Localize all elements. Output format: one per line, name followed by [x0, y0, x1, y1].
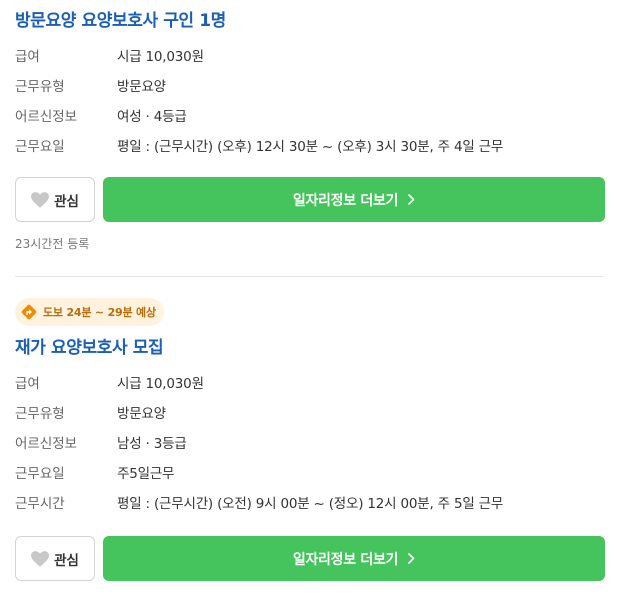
job-card: 방문요양 요양보호사 구인 1명 급여 시급 10,030원 근무유형 방문요양… — [15, 0, 605, 253]
like-label: 관심 — [54, 552, 79, 569]
heart-icon — [31, 550, 50, 567]
job-title[interactable]: 방문요양 요양보호사 구인 1명 — [15, 9, 605, 33]
job-detail-label: 일자리정보 더보기 — [292, 551, 399, 568]
info-value: 남성 · 3등급 — [117, 436, 187, 452]
info-label: 근무유형 — [15, 406, 65, 422]
chevron-right-icon — [408, 194, 415, 205]
info-row-work-hours: 근무시간 평일 : (근무시간) (오전) 9시 00분 ~ (정오) 12시 … — [15, 489, 605, 519]
info-row-wage: 급여 시급 10,030원 — [15, 369, 605, 399]
info-row-work-days: 근무요일 주5일근무 — [15, 459, 605, 489]
info-value: 방문요양 — [117, 79, 166, 95]
job-detail-button[interactable]: 일자리정보 더보기 — [103, 177, 605, 222]
info-label: 근무시간 — [15, 496, 65, 512]
info-label: 근무유형 — [15, 79, 65, 95]
action-row: 관심 일자리정보 더보기 — [15, 177, 605, 222]
info-label: 어르신정보 — [15, 436, 78, 452]
job-detail-button[interactable]: 일자리정보 더보기 — [103, 536, 605, 581]
info-row-senior-info: 어르신정보 여성 · 4등급 — [15, 102, 605, 132]
info-label: 근무요일 — [15, 139, 65, 155]
info-row-work-type: 근무유형 방문요양 — [15, 399, 605, 429]
info-value: 평일 : (근무시간) (오전) 9시 00분 ~ (정오) 12시 00분, … — [117, 496, 504, 512]
info-label: 급여 — [15, 49, 40, 65]
info-row-work-days: 근무요일 평일 : (근무시간) (오후) 12시 30분 ~ (오후) 3시 … — [15, 132, 605, 162]
like-label: 관심 — [54, 193, 79, 210]
job-title[interactable]: 재가 요양보호사 모집 — [15, 336, 605, 360]
info-label: 어르신정보 — [15, 109, 78, 125]
info-row-work-type: 근무유형 방문요양 — [15, 72, 605, 102]
info-value: 평일 : (근무시간) (오후) 12시 30분 ~ (오후) 3시 30분, … — [117, 139, 504, 155]
info-value: 시급 10,030원 — [117, 376, 204, 392]
info-row-senior-info: 어르신정보 남성 · 3등급 — [15, 429, 605, 459]
action-row: 관심 일자리정보 더보기 — [15, 536, 605, 581]
info-label: 급여 — [15, 376, 40, 392]
posted-time: 23시간전 등록 — [15, 237, 90, 251]
info-label: 근무요일 — [15, 466, 65, 482]
job-info-list: 급여 시급 10,030원 근무유형 방문요양 어르신정보 여성 · 4등급 근… — [15, 42, 605, 162]
divider — [15, 276, 603, 277]
job-detail-label: 일자리정보 더보기 — [292, 192, 399, 209]
info-value: 주5일근무 — [117, 466, 175, 482]
info-row-wage: 급여 시급 10,030원 — [15, 42, 605, 72]
like-button[interactable]: 관심 — [15, 536, 95, 581]
chevron-right-icon — [408, 553, 415, 564]
heart-icon — [31, 191, 50, 208]
info-value: 여성 · 4등급 — [117, 109, 187, 125]
info-value: 시급 10,030원 — [117, 49, 204, 65]
job-card: 재가 요양보호사 모집 급여 시급 10,030원 근무유형 방문요양 어르신정… — [15, 296, 605, 581]
like-button[interactable]: 관심 — [15, 177, 95, 222]
info-value: 방문요양 — [117, 406, 166, 422]
job-info-list: 급여 시급 10,030원 근무유형 방문요양 어르신정보 남성 · 3등급 근… — [15, 369, 605, 519]
